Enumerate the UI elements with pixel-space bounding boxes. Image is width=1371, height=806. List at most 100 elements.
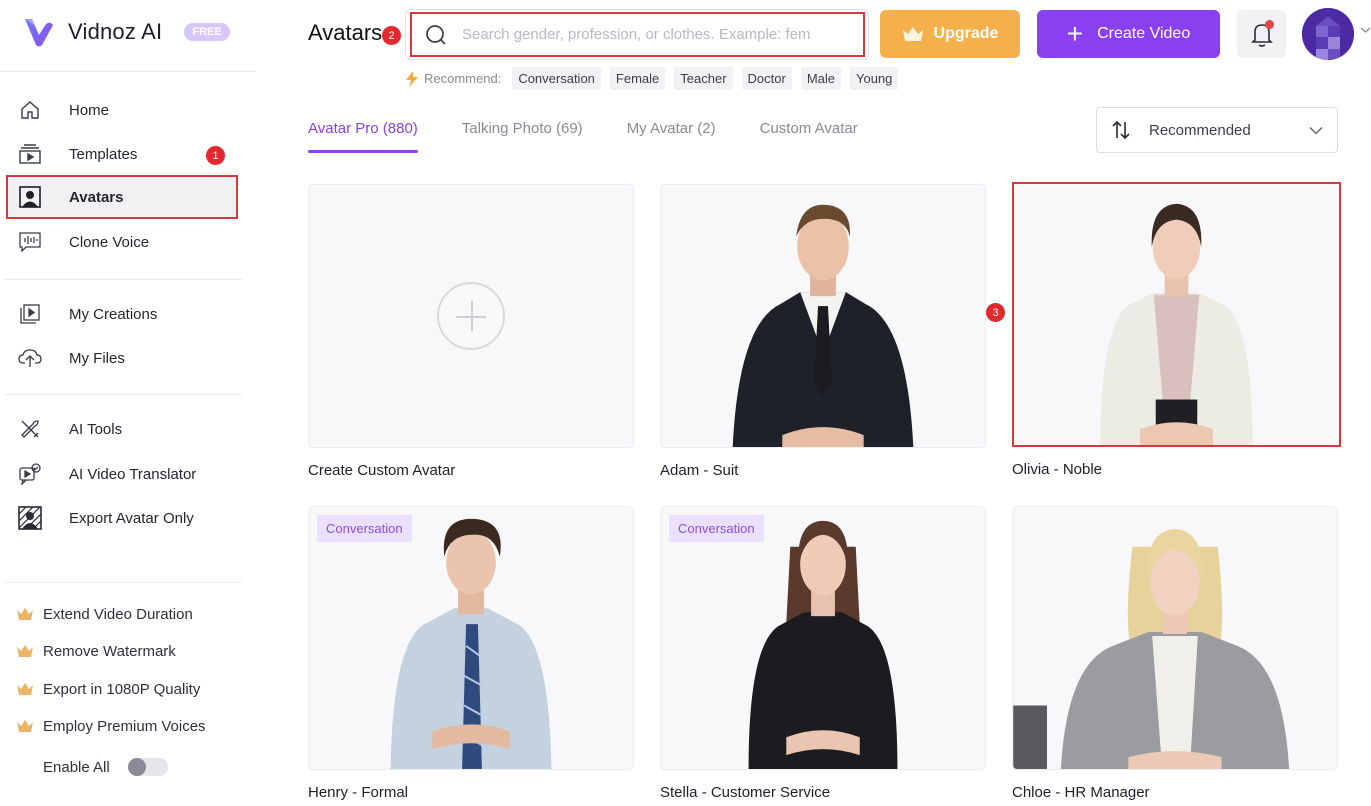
crown-icon: [17, 645, 33, 657]
tools-icon: [18, 417, 42, 441]
sidebar-item-ai-video-translator[interactable]: AI Video Translator: [6, 452, 238, 496]
sidebar-item-ai-tools[interactable]: AI Tools: [6, 407, 238, 451]
recommend-chip[interactable]: Female: [609, 67, 666, 90]
search-icon: [426, 24, 446, 45]
lightning-icon: [406, 70, 418, 87]
sidebar-item-label: Export Avatar Only: [69, 509, 194, 527]
recommend-chip[interactable]: Conversation: [512, 67, 601, 90]
creations-icon: [18, 302, 42, 326]
card-title: Stella - Customer Service: [660, 784, 831, 801]
home-icon: [18, 98, 42, 122]
voice-icon: [18, 230, 42, 254]
conversation-tag: Conversation: [669, 515, 764, 542]
toggle-knob: [127, 758, 146, 776]
avatar-card-selected[interactable]: Olivia - Noble: [1012, 182, 1341, 478]
annotation-marker-1: 1: [206, 146, 225, 165]
recommend-chip[interactable]: Teacher: [674, 67, 733, 90]
sidebar-item-label: Clone Voice: [69, 233, 150, 251]
enable-all-toggle[interactable]: [127, 758, 168, 776]
sidebar-item-label: AI Video Translator: [69, 465, 197, 483]
card-thumbnail: [308, 184, 634, 448]
recommend-bar: Recommend: Conversation Female Teacher D…: [405, 67, 907, 90]
crown-icon: [17, 720, 33, 732]
plus-icon: +: [1066, 18, 1084, 49]
chevron-down-icon: [1309, 126, 1323, 135]
upload-cloud-icon: [18, 346, 42, 370]
tab-talking-photo[interactable]: Talking Photo (69): [462, 120, 583, 153]
create-video-label: Create Video: [1097, 25, 1191, 42]
perk-export-1080p[interactable]: Export in 1080P Quality: [16, 677, 200, 701]
tab-my-avatar[interactable]: My Avatar (2): [627, 120, 716, 153]
avatar-image-man-suit: [732, 204, 914, 447]
logo[interactable]: Vidnoz AI FREE: [22, 14, 230, 50]
enable-all-label: Enable All: [43, 758, 110, 776]
recommend-label: Recommend:: [424, 71, 502, 86]
sidebar-item-clone-voice[interactable]: Clone Voice: [6, 220, 238, 264]
perk-label: Employ Premium Voices: [43, 717, 206, 735]
card-title: Create Custom Avatar: [308, 462, 456, 479]
sidebar-item-label: My Files: [69, 349, 125, 367]
sidebar-item-avatars[interactable]: Avatars: [6, 175, 238, 219]
divider: [4, 582, 242, 583]
tab-custom-avatar[interactable]: Custom Avatar: [760, 120, 858, 153]
sidebar-item-label: Templates: [69, 145, 138, 163]
card-title: Chloe - HR Manager: [1012, 784, 1150, 801]
perk-label: Remove Watermark: [43, 642, 176, 660]
avatar-icon: [18, 185, 42, 209]
sort-icon: [1112, 120, 1130, 140]
perk-premium-voices[interactable]: Employ Premium Voices: [16, 714, 206, 738]
user-avatar[interactable]: [1302, 8, 1354, 60]
sidebar-item-label: Home: [69, 101, 110, 119]
tab-avatar-pro[interactable]: Avatar Pro (880): [308, 120, 418, 153]
user-avatar-image: [1302, 8, 1354, 60]
perk-label: Export in 1080P Quality: [43, 680, 201, 698]
sidebar-item-label: AI Tools: [69, 420, 123, 438]
upgrade-button[interactable]: Upgrade: [880, 10, 1020, 58]
sidebar-item-templates[interactable]: Templates: [6, 132, 238, 176]
avatar-card[interactable]: Conversation Henry - Formal: [308, 506, 634, 801]
chevron-down-icon[interactable]: [1360, 26, 1371, 34]
divider: [4, 394, 242, 395]
avatar-card[interactable]: Adam - Suit: [660, 184, 986, 479]
perk-extend-video-duration[interactable]: Extend Video Duration: [16, 602, 193, 626]
card-thumbnail: [1012, 182, 1341, 447]
enable-all-row: Enable All: [43, 758, 168, 776]
conversation-tag: Conversation: [317, 515, 412, 542]
upgrade-label: Upgrade: [933, 25, 999, 42]
avatar-image-woman-white-blazer: [1100, 203, 1253, 445]
notifications-button[interactable]: [1237, 10, 1286, 58]
divider: [0, 71, 256, 72]
recommend-chip[interactable]: Male: [800, 67, 842, 90]
recommend-chip[interactable]: Young: [850, 67, 899, 90]
page-title: Avatars: [308, 20, 383, 45]
search-box[interactable]: [410, 12, 865, 57]
card-title: Henry - Formal: [308, 784, 409, 801]
notification-dot: [1265, 20, 1274, 29]
templates-icon: [18, 142, 42, 166]
avatar-card[interactable]: Chloe - HR Manager: [1012, 506, 1338, 801]
crown-icon: [902, 27, 923, 41]
sidebar: Vidnoz AI FREE Home Templates 1 Avatars …: [0, 0, 256, 806]
card-thumbnail: Conversation: [660, 506, 986, 770]
crown-icon: [17, 608, 33, 620]
sort-value: Recommended: [1149, 121, 1251, 139]
avatar-image-woman-black-shirt: [748, 520, 898, 769]
sidebar-item-home[interactable]: Home: [6, 88, 238, 132]
create-video-button[interactable]: + Create Video: [1037, 10, 1220, 58]
create-custom-avatar-card[interactable]: Create Custom Avatar: [308, 184, 634, 479]
avatar-image-man-shirt-tie: [390, 518, 552, 769]
sidebar-item-my-files[interactable]: My Files: [6, 336, 238, 380]
sidebar-item-export-avatar-only[interactable]: Export Avatar Only: [6, 496, 238, 540]
search-input[interactable]: [462, 26, 842, 43]
perk-remove-watermark[interactable]: Remove Watermark: [16, 639, 176, 663]
recommend-chip[interactable]: Doctor: [741, 67, 792, 90]
card-thumbnail: [1012, 506, 1338, 770]
sort-dropdown[interactable]: Recommended: [1096, 107, 1338, 153]
card-thumbnail: [660, 184, 986, 448]
sidebar-item-my-creations[interactable]: My Creations: [6, 292, 238, 336]
avatar-tabs: Avatar Pro (880) Talking Photo (69) My A…: [308, 120, 902, 153]
sidebar-item-label: My Creations: [69, 305, 158, 323]
avatar-card[interactable]: Conversation Stella - Customer Service: [660, 506, 986, 801]
crown-icon: [17, 683, 33, 695]
sidebar-item-label: Avatars: [69, 188, 124, 206]
